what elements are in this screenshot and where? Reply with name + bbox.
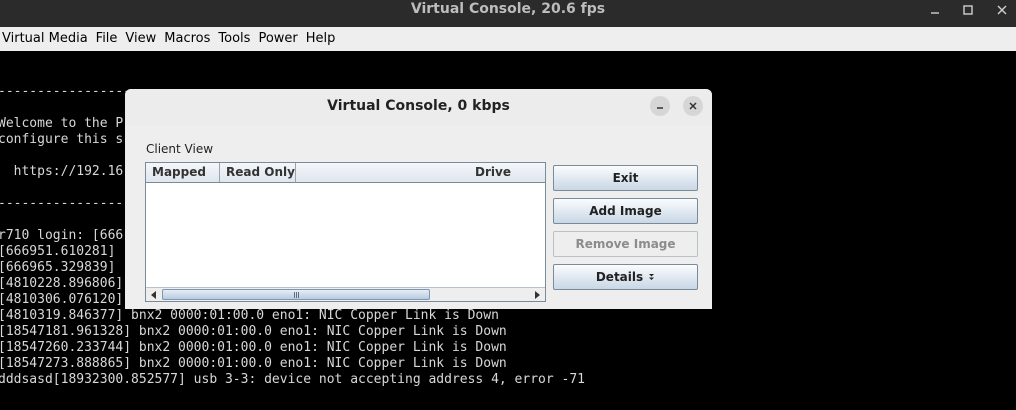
window-titlebar: Virtual Console, 20.6 fps bbox=[0, 0, 1016, 27]
grip-icon bbox=[293, 291, 299, 298]
console-line: configure this s bbox=[0, 132, 124, 147]
menu-macros[interactable]: Macros bbox=[164, 27, 216, 51]
console-line: [4810319.846377] bnx2 0000:01:00.0 eno1:… bbox=[0, 308, 499, 323]
maximize-icon bbox=[963, 5, 973, 15]
column-read-only[interactable]: Read Only bbox=[220, 163, 296, 182]
minimize-icon bbox=[657, 107, 663, 109]
close-icon bbox=[997, 5, 1007, 15]
horizontal-scrollbar[interactable] bbox=[146, 287, 545, 301]
arrow-right-icon bbox=[535, 290, 540, 299]
exit-button[interactable]: Exit bbox=[553, 165, 698, 191]
scroll-right-button[interactable] bbox=[530, 288, 544, 301]
add-image-button[interactable]: Add Image bbox=[553, 198, 698, 224]
console-line: [666965.329839] bbox=[0, 260, 116, 275]
menu-power[interactable]: Power bbox=[258, 27, 303, 51]
details-button-label: Details bbox=[595, 270, 644, 284]
minimize-button[interactable] bbox=[919, 0, 951, 20]
console-line: Welcome to the P bbox=[0, 116, 124, 131]
close-icon bbox=[689, 102, 697, 110]
exit-button-label: Exit bbox=[612, 171, 639, 185]
details-button[interactable]: Details bbox=[553, 264, 698, 290]
console-line: [666951.610281] bbox=[0, 244, 116, 259]
arrow-left-icon bbox=[151, 290, 156, 299]
menu-view[interactable]: View bbox=[125, 27, 162, 51]
console-line: dddsasd[18932300.852577] usb 3-3: device… bbox=[0, 372, 585, 387]
table-body[interactable] bbox=[146, 183, 545, 287]
dialog-title: Virtual Console, 0 kbps bbox=[327, 98, 510, 114]
minimize-icon bbox=[931, 12, 939, 14]
client-view-table[interactable]: Mapped Read Only Drive bbox=[145, 162, 546, 302]
column-drive[interactable]: Drive bbox=[296, 163, 545, 182]
close-button[interactable] bbox=[986, 0, 1016, 20]
chevron-down-icon bbox=[648, 273, 655, 281]
console-line: [18547260.233744] bnx2 0000:01:00.0 eno1… bbox=[0, 340, 507, 355]
window-title: Virtual Console, 20.6 fps bbox=[410, 1, 606, 17]
remove-image-button-label: Remove Image bbox=[575, 237, 676, 251]
console-line: https://192.16 bbox=[0, 164, 124, 179]
dialog-minimize-button[interactable] bbox=[650, 96, 670, 116]
table-header: Mapped Read Only Drive bbox=[146, 163, 545, 183]
dialog-titlebar[interactable]: Virtual Console, 0 kbps bbox=[125, 89, 712, 125]
console-line: [4810228.896806] bbox=[0, 276, 124, 291]
column-mapped[interactable]: Mapped bbox=[146, 163, 220, 182]
dialog-close-button[interactable] bbox=[683, 96, 703, 116]
console-line: [18547181.961328] bnx2 0000:01:00.0 eno1… bbox=[0, 324, 507, 339]
client-view-label: Client View bbox=[146, 142, 214, 156]
menu-file[interactable]: File bbox=[96, 27, 124, 51]
scroll-left-button[interactable] bbox=[147, 288, 161, 301]
console-line: [18547273.888865] bnx2 0000:01:00.0 eno1… bbox=[0, 356, 507, 371]
menu-tools[interactable]: Tools bbox=[218, 27, 256, 51]
remove-image-button[interactable]: Remove Image bbox=[553, 231, 698, 257]
menu-virtual-media[interactable]: Virtual Media bbox=[2, 27, 94, 51]
scroll-thumb[interactable] bbox=[162, 289, 430, 300]
menu-help[interactable]: Help bbox=[306, 27, 342, 51]
add-image-button-label: Add Image bbox=[589, 204, 662, 218]
console-line: r710 login: [666 bbox=[0, 228, 124, 243]
menubar: Virtual Media File View Macros Tools Pow… bbox=[0, 27, 1016, 51]
maximize-button[interactable] bbox=[952, 0, 984, 20]
virtual-media-dialog: Virtual Console, 0 kbps Client View Mapp… bbox=[125, 89, 712, 309]
console-line: [4810306.076120] bbox=[0, 292, 124, 307]
